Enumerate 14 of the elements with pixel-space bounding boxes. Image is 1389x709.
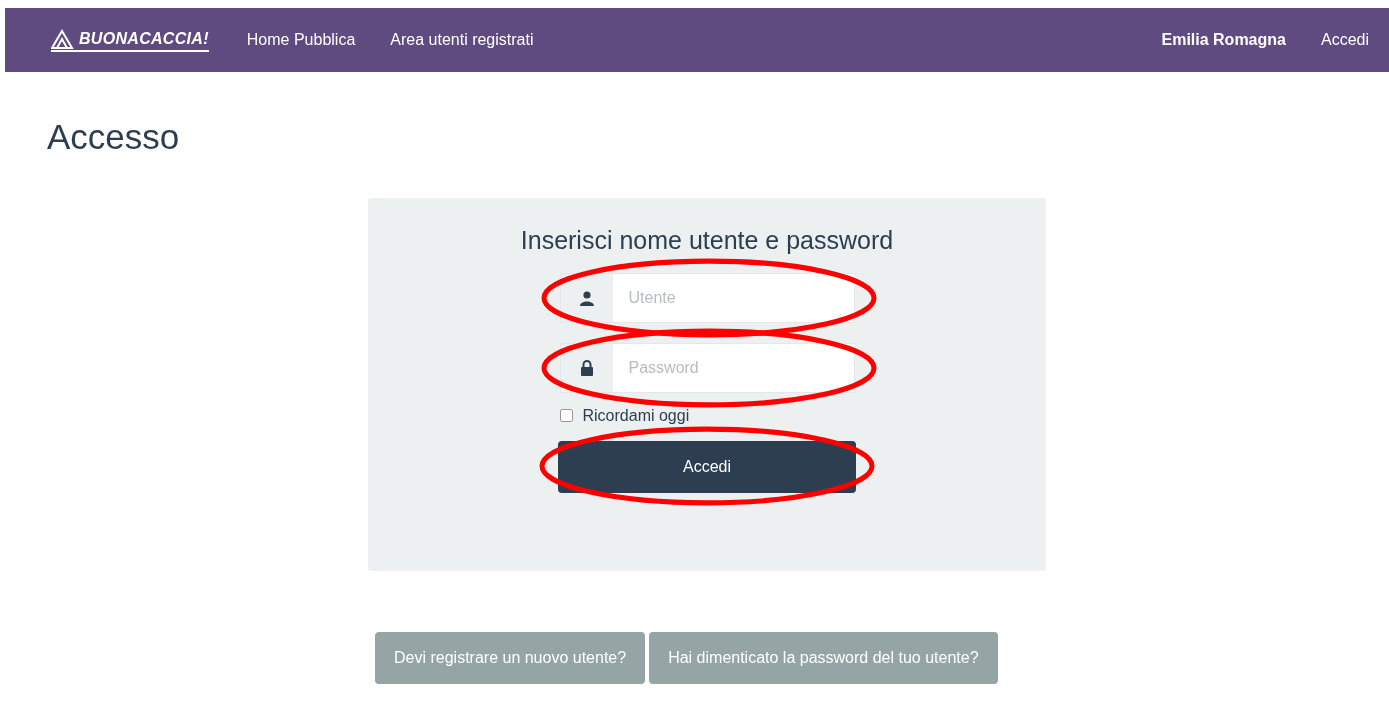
login-button[interactable]: Accedi (558, 440, 856, 493)
nav-link[interactable]: Accedi (1320, 31, 1369, 49)
checkbox[interactable] (559, 409, 573, 422)
panel-heading: Inserisci nome utente e password (520, 225, 894, 256)
user-icon (578, 289, 595, 306)
nav-link[interactable]: Area utenti registrati (390, 31, 534, 49)
nav-link[interactable]: Home Pubblica (246, 31, 356, 49)
lock-icon (579, 359, 594, 376)
page-title: Accesso (47, 116, 181, 158)
input-group[interactable]: Password (559, 342, 855, 393)
brand-logo[interactable]: BUONACACCIA! (51, 28, 209, 52)
input-group[interactable]: Utente (559, 272, 855, 323)
nav-link[interactable]: Emilia Romagna (1161, 31, 1286, 49)
checkbox-label: Ricordami oggi (582, 406, 690, 425)
